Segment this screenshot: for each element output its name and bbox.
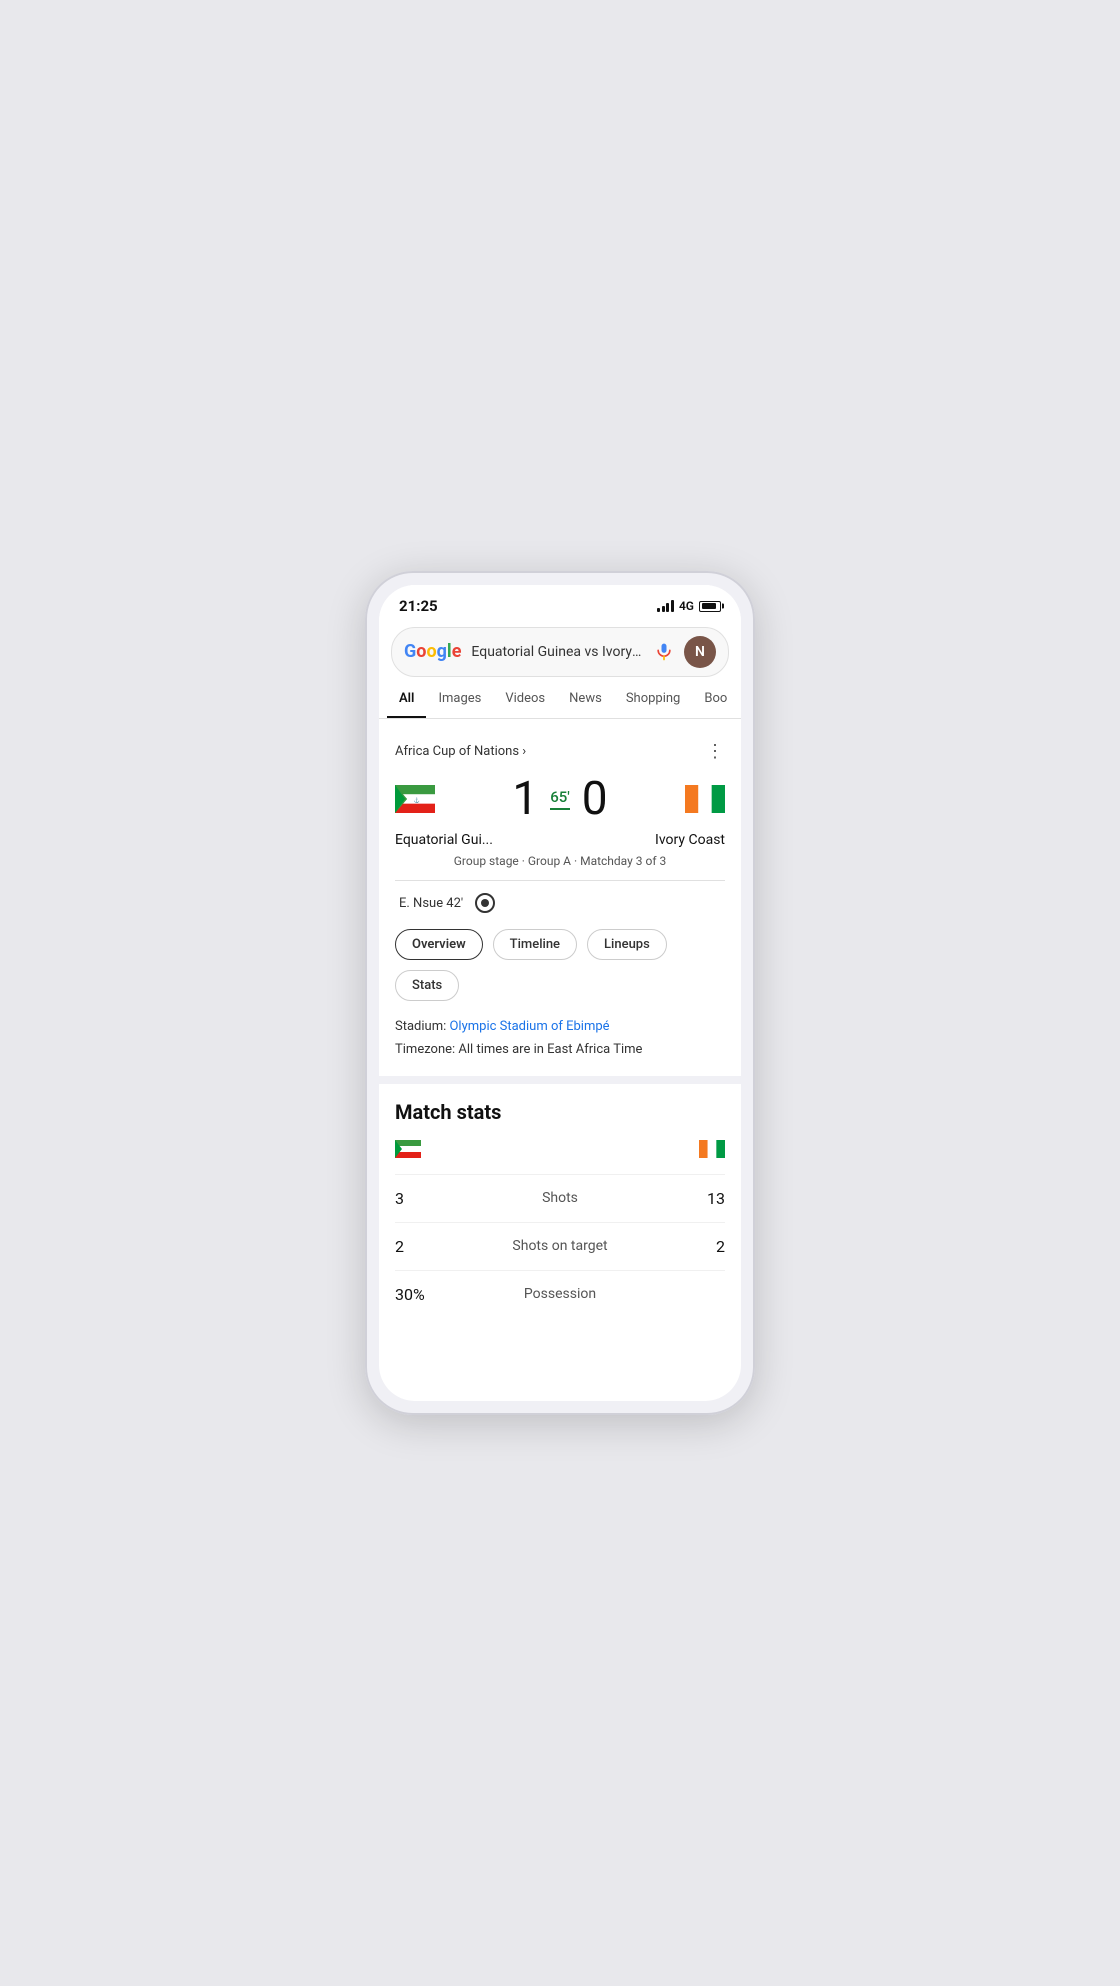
stadium-info: Stadium: Olympic Stadium of Ebimpé Timez… (395, 1015, 725, 1062)
ivory-coast-flag (685, 785, 725, 813)
stat-row-shots-on-target: 2 Shots on target 2 (395, 1222, 725, 1270)
scorer-name: E. Nsue 42' (399, 896, 463, 911)
away-team (685, 785, 725, 813)
tab-stats[interactable]: Stats (395, 970, 459, 1001)
score-center: 1 65' 0 (512, 776, 607, 822)
shots-on-target-home-val: 2 (395, 1237, 435, 1256)
svg-text:⚓: ⚓ (414, 797, 420, 804)
status-icons: 4G (657, 599, 721, 613)
action-tabs: Overview Timeline Lineups Stats (395, 929, 725, 1001)
shots-away-val: 13 (685, 1189, 725, 1208)
home-team: ⚓ (395, 785, 435, 813)
stadium-link[interactable]: Olympic Stadium of Ebimpé (449, 1019, 609, 1034)
tab-all[interactable]: All (387, 681, 426, 718)
phone-shell: 21:25 4G Google Equatorial G (365, 571, 755, 1415)
search-bar[interactable]: Google Equatorial Guinea vs Ivory C N (391, 627, 729, 677)
tab-books[interactable]: Boo (692, 681, 739, 718)
match-card: Africa Cup of Nations › ⋮ (379, 727, 741, 1076)
network-label: 4G (679, 599, 694, 613)
tab-news[interactable]: News (557, 681, 614, 718)
possession-home-val: 30% (395, 1285, 435, 1304)
away-team-name: Ivory Coast (655, 832, 725, 848)
signal-bars-icon (657, 600, 674, 612)
shots-on-target-label: Shots on target (512, 1238, 607, 1254)
search-bar-wrapper: Google Equatorial Guinea vs Ivory C N (379, 619, 741, 681)
search-input[interactable]: Equatorial Guinea vs Ivory C (471, 644, 644, 660)
stats-ic-flag (699, 1140, 725, 1158)
possession-label: Possession (524, 1286, 596, 1302)
tab-timeline[interactable]: Timeline (493, 929, 577, 960)
more-options-icon[interactable]: ⋮ (706, 741, 725, 762)
status-time: 21:25 (399, 597, 438, 615)
stats-flags-row (395, 1140, 725, 1158)
match-time-underline (550, 808, 570, 810)
battery-icon (699, 601, 721, 612)
competition-row: Africa Cup of Nations › ⋮ (395, 741, 725, 762)
tab-images[interactable]: Images (426, 681, 493, 718)
status-bar: 21:25 4G (379, 585, 741, 619)
match-time: 65' (550, 788, 570, 806)
equatorial-guinea-flag: ⚓ (395, 785, 435, 813)
microphone-icon[interactable] (654, 642, 674, 662)
home-team-name: Equatorial Gui... (395, 832, 493, 848)
home-score: 1 (512, 776, 538, 822)
tab-videos[interactable]: Videos (493, 681, 557, 718)
scorer-row: E. Nsue 42' (395, 893, 725, 913)
away-score: 0 (582, 776, 608, 822)
stadium-row: Stadium: Olympic Stadium of Ebimpé (395, 1015, 725, 1038)
google-logo: Google (404, 643, 461, 661)
competition-name[interactable]: Africa Cup of Nations › (395, 744, 526, 759)
stats-card: Match stats (379, 1084, 741, 1342)
match-time-container: 65' (550, 788, 570, 810)
stat-row-shots: 3 Shots 13 (395, 1174, 725, 1222)
content-area: Africa Cup of Nations › ⋮ (379, 727, 741, 1342)
divider (395, 880, 725, 881)
stats-eq-flag (395, 1140, 421, 1158)
score-section: ⚓ 1 65' 0 (395, 776, 725, 822)
timezone-row: Timezone: All times are in East Africa T… (395, 1038, 725, 1061)
stats-title: Match stats (395, 1100, 725, 1124)
goal-icon (475, 893, 495, 913)
search-tabs: All Images Videos News Shopping Boo (379, 681, 741, 719)
phone-screen: 21:25 4G Google Equatorial G (379, 585, 741, 1401)
match-info: Group stage · Group A · Matchday 3 of 3 (395, 854, 725, 868)
shots-on-target-away-val: 2 (685, 1237, 725, 1256)
shots-label: Shots (542, 1190, 578, 1206)
avatar[interactable]: N (684, 636, 716, 668)
shots-home-val: 3 (395, 1189, 435, 1208)
tab-shopping[interactable]: Shopping (614, 681, 693, 718)
tab-lineups[interactable]: Lineups (587, 929, 667, 960)
stat-row-possession: 30% Possession (395, 1270, 725, 1318)
tab-overview[interactable]: Overview (395, 929, 483, 960)
